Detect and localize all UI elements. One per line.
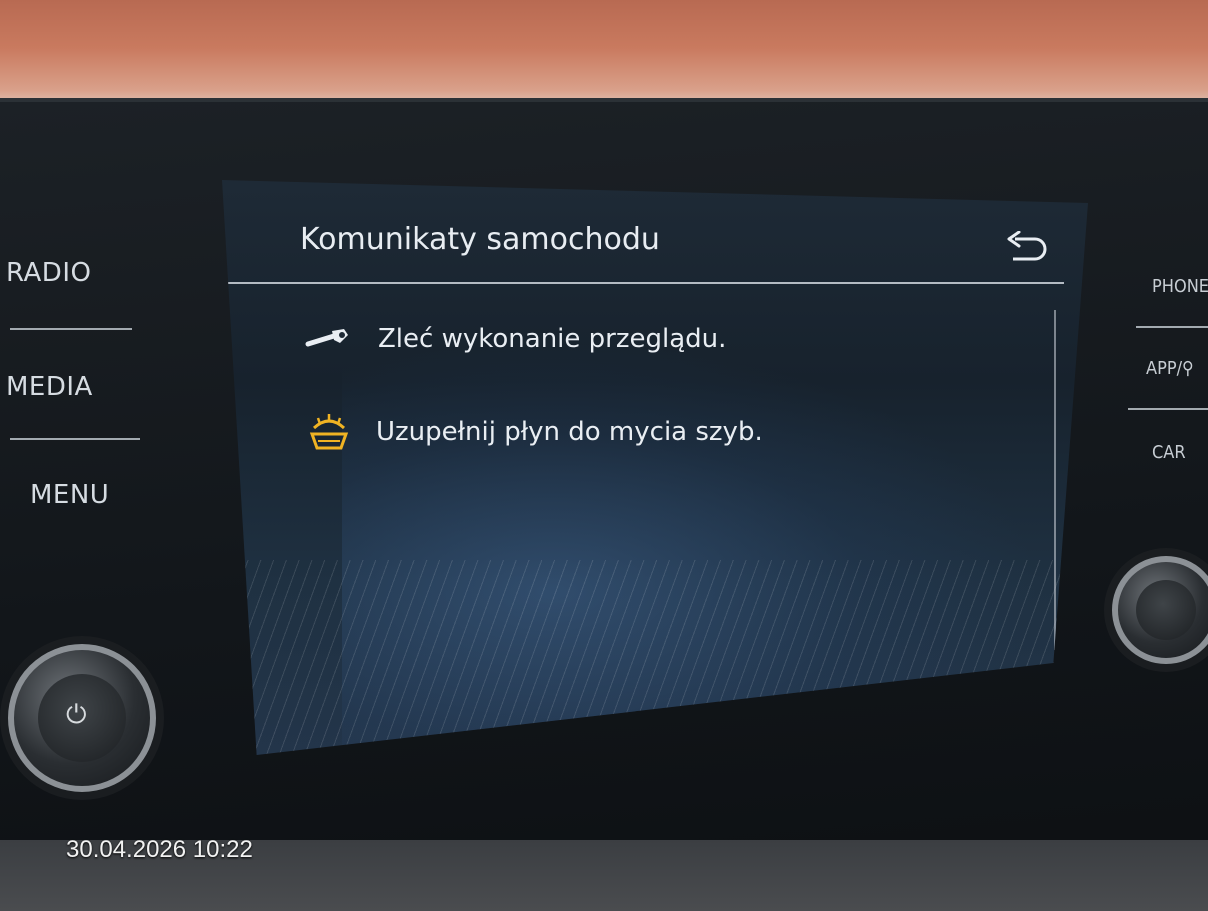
scrollbar-track — [1054, 310, 1056, 650]
menu-button[interactable]: MENU — [30, 480, 109, 510]
infotainment-screen: Komunikaty samochodu Zleć wykonanie prze… — [222, 180, 1088, 755]
divider — [10, 438, 140, 440]
page-title: Komunikaty samochodu — [300, 222, 660, 257]
divider — [10, 328, 132, 330]
back-button[interactable] — [1002, 228, 1052, 268]
list-item[interactable]: Uzupełnij płyn do mycia szyb. — [308, 412, 763, 452]
app-button[interactable]: APP/⚲ — [1146, 358, 1194, 379]
list-item[interactable]: Zleć wykonanie przeglądu. — [304, 324, 726, 354]
washer-fluid-icon — [309, 414, 349, 450]
divider — [1136, 326, 1208, 328]
radio-button[interactable]: RADIO — [6, 258, 91, 288]
wrench-icon — [305, 329, 348, 347]
power-volume-knob[interactable]: ⏻ — [8, 644, 156, 792]
photo-timestamp: 30.04.2026 10:22 — [66, 836, 253, 863]
message-text: Zleć wykonanie przeglądu. — [378, 324, 727, 354]
header-divider — [224, 282, 1064, 284]
message-text: Uzupełnij płyn do mycia szyb. — [376, 417, 763, 447]
phone-button[interactable]: PHONE — [1152, 276, 1208, 297]
knob-center — [1136, 580, 1196, 640]
divider — [1128, 408, 1208, 410]
power-icon: ⏻ — [66, 700, 87, 730]
car-button[interactable]: CAR — [1152, 442, 1186, 463]
back-arrow-icon — [1007, 231, 1047, 261]
media-button[interactable]: MEDIA — [6, 372, 93, 402]
